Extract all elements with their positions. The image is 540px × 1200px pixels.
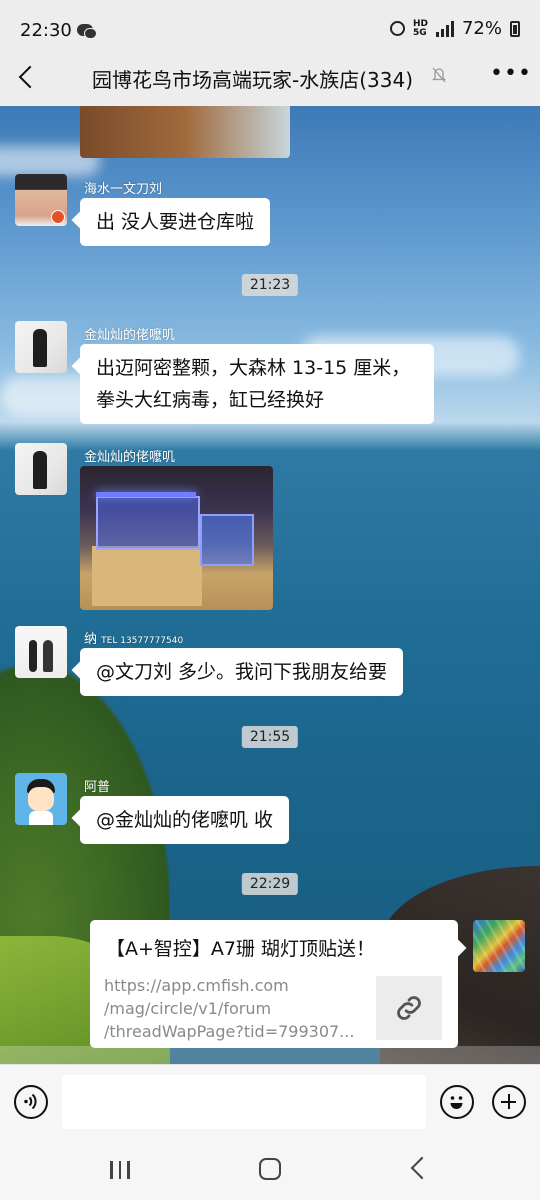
chat-area[interactable]: 海水一文刀刘 出 没人要进仓库啦 21:23 金灿灿的佬嚒叽 出迈阿密整颗，大森… [0, 106, 540, 1064]
avatar[interactable] [15, 626, 67, 678]
link-url-line: https://app.cmfish.com [104, 976, 289, 995]
timestamp: 22:29 [241, 873, 299, 895]
link-title: 【A+智控】A7珊 瑚灯顶贴送！ [106, 938, 376, 960]
mute-bell-icon [432, 67, 446, 83]
my-avatar[interactable] [473, 920, 525, 972]
emoji-icon[interactable] [440, 1085, 474, 1119]
previous-image-message[interactable] [80, 106, 290, 158]
timestamp: 21:23 [241, 274, 299, 296]
sender-name: 海水一文刀刘 [84, 182, 163, 197]
signal-icon [435, 20, 454, 37]
message-text: @金灿灿的佬嚒叽 收 [96, 809, 274, 831]
battery-percent: 72% [461, 18, 502, 39]
link-thumbnail [376, 976, 442, 1040]
chat-title[interactable]: 园博花鸟市场高端玩家-水族店(334) [92, 64, 413, 93]
avatar[interactable] [15, 443, 67, 495]
message-bubble[interactable]: 出 没人要进仓库啦 [80, 198, 271, 246]
network-label: HD 5G [412, 19, 428, 38]
message-text-line: 拳头大红病毒，缸已经换好 [96, 389, 325, 411]
status-indicators: HD 5G 72% [389, 18, 520, 39]
chat-header: 园博花鸟市场高端玩家-水族店(334) ••• [0, 50, 540, 106]
input-bar [0, 1064, 540, 1141]
avatar[interactable] [15, 321, 67, 373]
status-time: 22:30 [20, 20, 72, 41]
link-url: https://app.cmfish.com /mag/circle/v1/fo… [104, 974, 364, 1043]
message-input[interactable] [62, 1075, 426, 1129]
link-card-message[interactable]: 【A+智控】A7珊 瑚灯顶贴送！ https://app.cmfish.com … [90, 920, 458, 1048]
wechat-icon [77, 24, 97, 39]
network-type-label: 5G [412, 27, 427, 38]
plus-icon[interactable] [492, 1085, 526, 1119]
recent-apps-icon[interactable] [110, 1161, 132, 1179]
message-bubble[interactable]: 出迈阿密整颗，大森林 13-15 厘米， 拳头大红病毒，缸已经换好 [80, 344, 434, 424]
sender-name: 阿普 [84, 780, 111, 795]
more-options-button[interactable]: ••• [490, 63, 531, 85]
sender-name: 纳 TEL 13577777540 [84, 628, 183, 647]
home-icon[interactable] [259, 1158, 281, 1180]
battery-icon [510, 20, 520, 37]
message-bubble[interactable]: @文刀刘 多少。我问下我朋友给要 [80, 648, 404, 696]
system-back-icon[interactable] [410, 1156, 434, 1180]
avatar[interactable] [15, 174, 67, 226]
message-text: @文刀刘 多少。我问下我朋友给要 [96, 661, 388, 683]
badge-icon [51, 210, 65, 224]
sender-name-suffix: TEL 13577777540 [101, 636, 184, 646]
back-button[interactable] [14, 62, 44, 92]
link-url-line: /mag/circle/v1/forum [104, 999, 272, 1018]
system-navigation-bar [0, 1140, 540, 1200]
voice-icon[interactable] [14, 1085, 48, 1119]
sender-name-text: 纳 [84, 632, 98, 647]
sender-name: 金灿灿的佬嚒叽 [84, 450, 176, 465]
message-text-line: 出迈阿密整颗，大森林 13-15 厘米， [96, 357, 411, 379]
timestamp: 21:55 [241, 726, 299, 748]
avatar[interactable] [15, 773, 67, 825]
bg-shore [0, 1046, 540, 1064]
alarm-icon [389, 21, 405, 36]
message-bubble[interactable]: @金灿灿的佬嚒叽 收 [80, 796, 290, 844]
message-text: 出 没人要进仓库啦 [96, 211, 255, 233]
sender-name: 金灿灿的佬嚒叽 [84, 328, 176, 343]
link-icon [397, 996, 421, 1020]
link-url-line: /threadWapPage?tid=799307... [104, 1022, 355, 1041]
image-message[interactable] [80, 466, 273, 610]
